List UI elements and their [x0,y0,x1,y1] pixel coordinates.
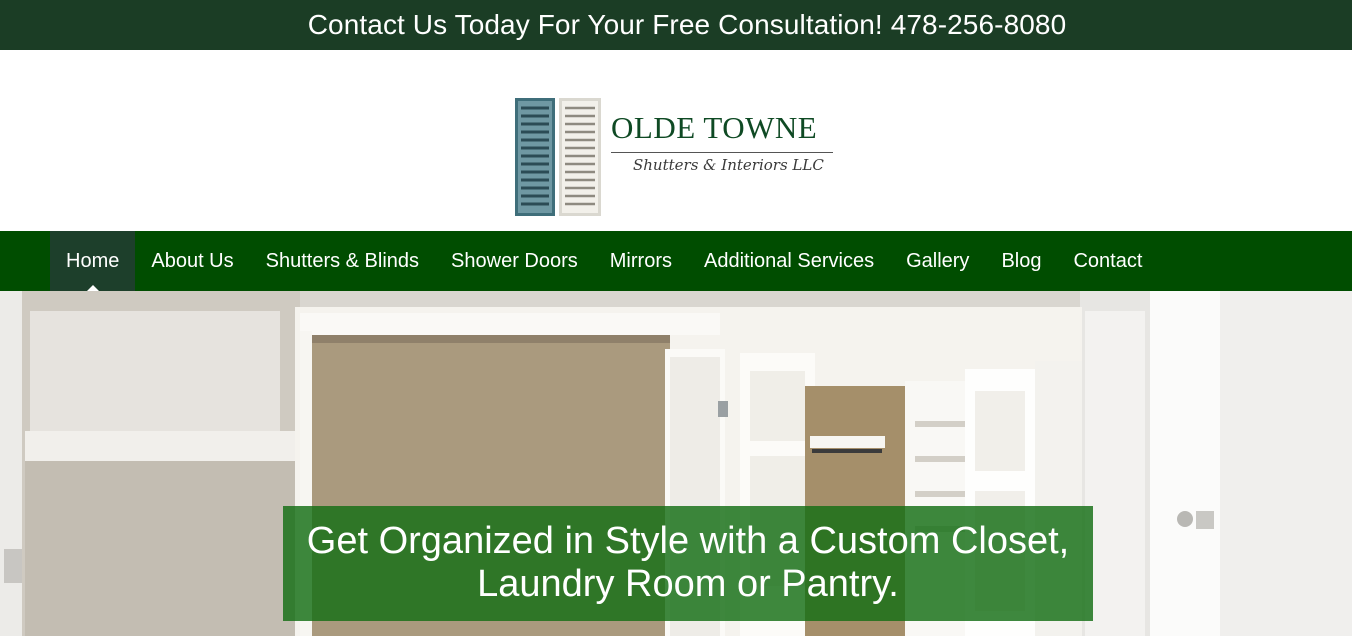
nav-item-contact[interactable]: Contact [1057,231,1158,291]
nav-item-additional-services[interactable]: Additional Services [688,231,890,291]
nav-item-mirrors[interactable]: Mirrors [594,231,688,291]
nav-item-gallery[interactable]: Gallery [890,231,985,291]
main-navigation: Home About Us Shutters & Blinds Shower D… [0,231,1352,291]
site-header: OLDE TOWNE Shutters & Interiors LLC [0,50,1352,231]
logo-title: OLDE TOWNE [611,110,818,145]
nav-item-shower-doors[interactable]: Shower Doors [435,231,594,291]
consultation-text[interactable]: Contact Us Today For Your Free Consultat… [308,9,1067,41]
nav-item-about-us[interactable]: About Us [135,231,249,291]
nav-item-home[interactable]: Home [50,231,136,291]
hero-slider[interactable]: Get Organized in Style with a Custom Clo… [0,291,1352,636]
logo-divider [611,152,833,153]
hero-caption-line-1: Get Organized in Style with a Custom Clo… [306,520,1070,562]
shutters-logo-icon [515,98,601,216]
nav-item-shutters-blinds[interactable]: Shutters & Blinds [250,231,435,291]
nav-item-blog[interactable]: Blog [985,231,1057,291]
site-logo[interactable]: OLDE TOWNE Shutters & Interiors LLC [515,98,835,216]
hero-caption-line-2: Laundry Room or Pantry. [477,563,899,605]
hero-caption: Get Organized in Style with a Custom Clo… [283,506,1093,621]
logo-subtitle: Shutters & Interiors LLC [633,156,824,174]
top-contact-bar: Contact Us Today For Your Free Consultat… [0,0,1352,50]
